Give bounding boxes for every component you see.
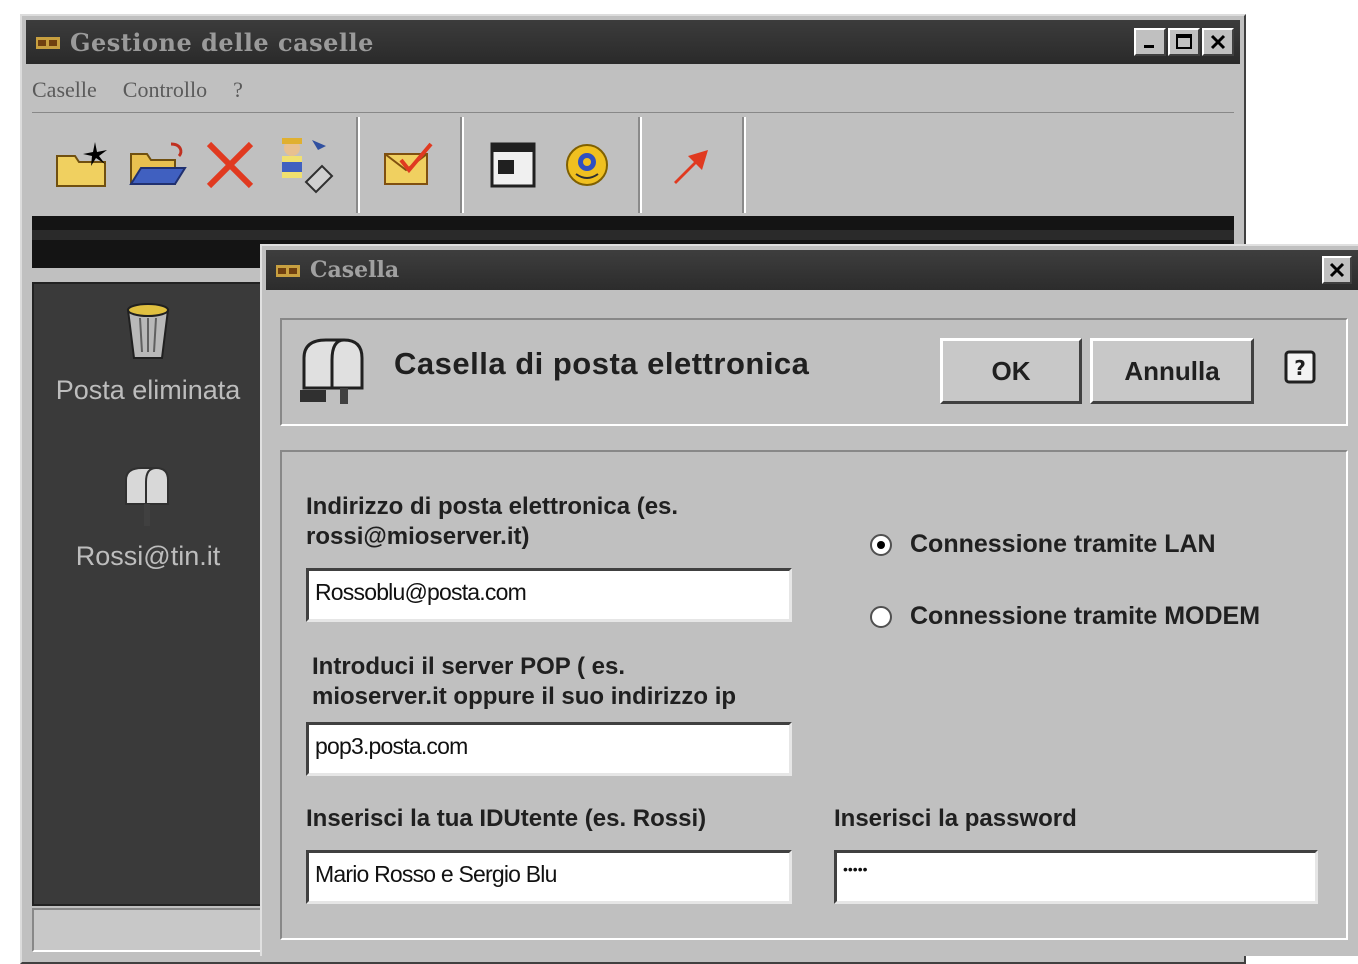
delete-icon [206, 141, 254, 189]
dialog-header-panel: Casella di posta elettronica OK Annulla … [280, 318, 1348, 426]
radio-lan[interactable] [870, 533, 892, 556]
close-icon [1210, 34, 1226, 50]
new-mailbox-button[interactable] [46, 125, 120, 205]
toolbar [32, 112, 1234, 218]
toolbar-group-1 [32, 117, 358, 213]
sidebar-item-label: Rossi@tin.it [75, 541, 221, 571]
mailbox-icon [125, 467, 169, 526]
svg-text:?: ? [1294, 356, 1306, 380]
users-config-button[interactable] [268, 125, 342, 205]
pop-label-line2: mioserver.it oppure il suo indirizzo ip [312, 683, 737, 710]
maximize-button[interactable] [1168, 28, 1200, 56]
dialog-close-button[interactable] [1322, 256, 1352, 284]
help-face-button[interactable] [550, 125, 624, 205]
close-button[interactable] [1202, 28, 1234, 56]
toolbar-group-2 [358, 117, 462, 213]
main-titlebar[interactable]: Gestione delle caselle [26, 20, 1240, 64]
open-folder-icon [129, 142, 187, 185]
email-label-line1: Indirizzo di posta elettronica (es. [306, 493, 679, 520]
mailbox-icon [300, 338, 364, 404]
open-folder-button[interactable] [120, 125, 194, 205]
radio-lan-option[interactable]: Connessione tramite LAN [870, 530, 1216, 559]
email-label-line2: rossi@mioserver.it) [306, 523, 530, 550]
minimize-button[interactable] [1134, 28, 1166, 56]
users-config-icon [282, 138, 334, 194]
pop-server-label: Introduci il server POP ( es. mioserver.… [312, 652, 736, 712]
maximize-icon [1176, 34, 1192, 49]
dialog-body-panel: Indirizzo di posta elettronica (es. ross… [280, 450, 1348, 940]
help-face-icon [566, 144, 608, 186]
menu-controllo[interactable]: Controllo [123, 77, 207, 103]
email-label: Indirizzo di posta elettronica (es. ross… [306, 492, 678, 552]
app-icon [34, 31, 64, 53]
toolbar-group-4 [640, 117, 744, 213]
window-button[interactable] [476, 125, 550, 205]
sidebar-item-deleted[interactable]: Posta eliminata [34, 294, 262, 406]
status-bar [32, 908, 262, 952]
email-field[interactable]: Rossoblu@posta.com [306, 568, 792, 622]
cancel-button[interactable]: Annulla [1090, 338, 1254, 404]
window-icon [490, 142, 536, 188]
trash-icon [126, 303, 170, 359]
dialog-heading: Casella di posta elettronica [394, 346, 810, 381]
mailbox-dialog: Casella Casella di posta elettronica OK … [260, 244, 1358, 956]
pop-label-line1: Introduci il server POP ( es. [312, 653, 626, 680]
radio-modem-option[interactable]: Connessione tramite MODEM [870, 602, 1260, 631]
user-id-field[interactable]: Mario Rosso e Sergio Blu [306, 850, 792, 904]
mailbox-sidebar: Posta eliminata Rossi@tin.it [32, 282, 264, 906]
ok-button[interactable]: OK [940, 338, 1082, 404]
help-icon: ? [1284, 350, 1316, 384]
delete-button[interactable] [194, 125, 268, 205]
send-arrow-icon [674, 150, 708, 184]
pop-server-field[interactable]: pop3.posta.com [306, 722, 792, 776]
minimize-icon [1144, 45, 1154, 48]
new-mailbox-icon [56, 142, 107, 187]
toolbar-group-3 [462, 117, 640, 213]
send-button[interactable] [654, 125, 728, 205]
main-window-title: Gestione delle caselle [70, 27, 374, 57]
password-label: Inserisci la password [834, 805, 1077, 832]
close-icon [1329, 262, 1345, 278]
check-mail-icon [384, 142, 433, 185]
dialog-app-icon [274, 259, 304, 281]
radio-modem[interactable] [870, 605, 892, 628]
password-field[interactable]: ••••• [834, 850, 1318, 904]
user-id-label: Inserisci la tua IDUtente (es. Rossi) [306, 805, 707, 832]
help-button[interactable]: ? [1282, 348, 1318, 388]
menu-help[interactable]: ? [233, 77, 243, 103]
sidebar-item-rossi[interactable]: Rossi@tin.it [34, 460, 262, 572]
dialog-title: Casella [310, 257, 400, 283]
radio-lan-label: Connessione tramite LAN [910, 530, 1216, 558]
sidebar-item-label: Posta eliminata [55, 375, 241, 405]
menu-caselle[interactable]: Caselle [32, 77, 97, 103]
dialog-titlebar[interactable]: Casella [266, 250, 1358, 290]
radio-modem-label: Connessione tramite MODEM [910, 602, 1261, 630]
check-mail-button[interactable] [372, 125, 446, 205]
menu-bar: Caselle Controllo ? [32, 72, 243, 108]
